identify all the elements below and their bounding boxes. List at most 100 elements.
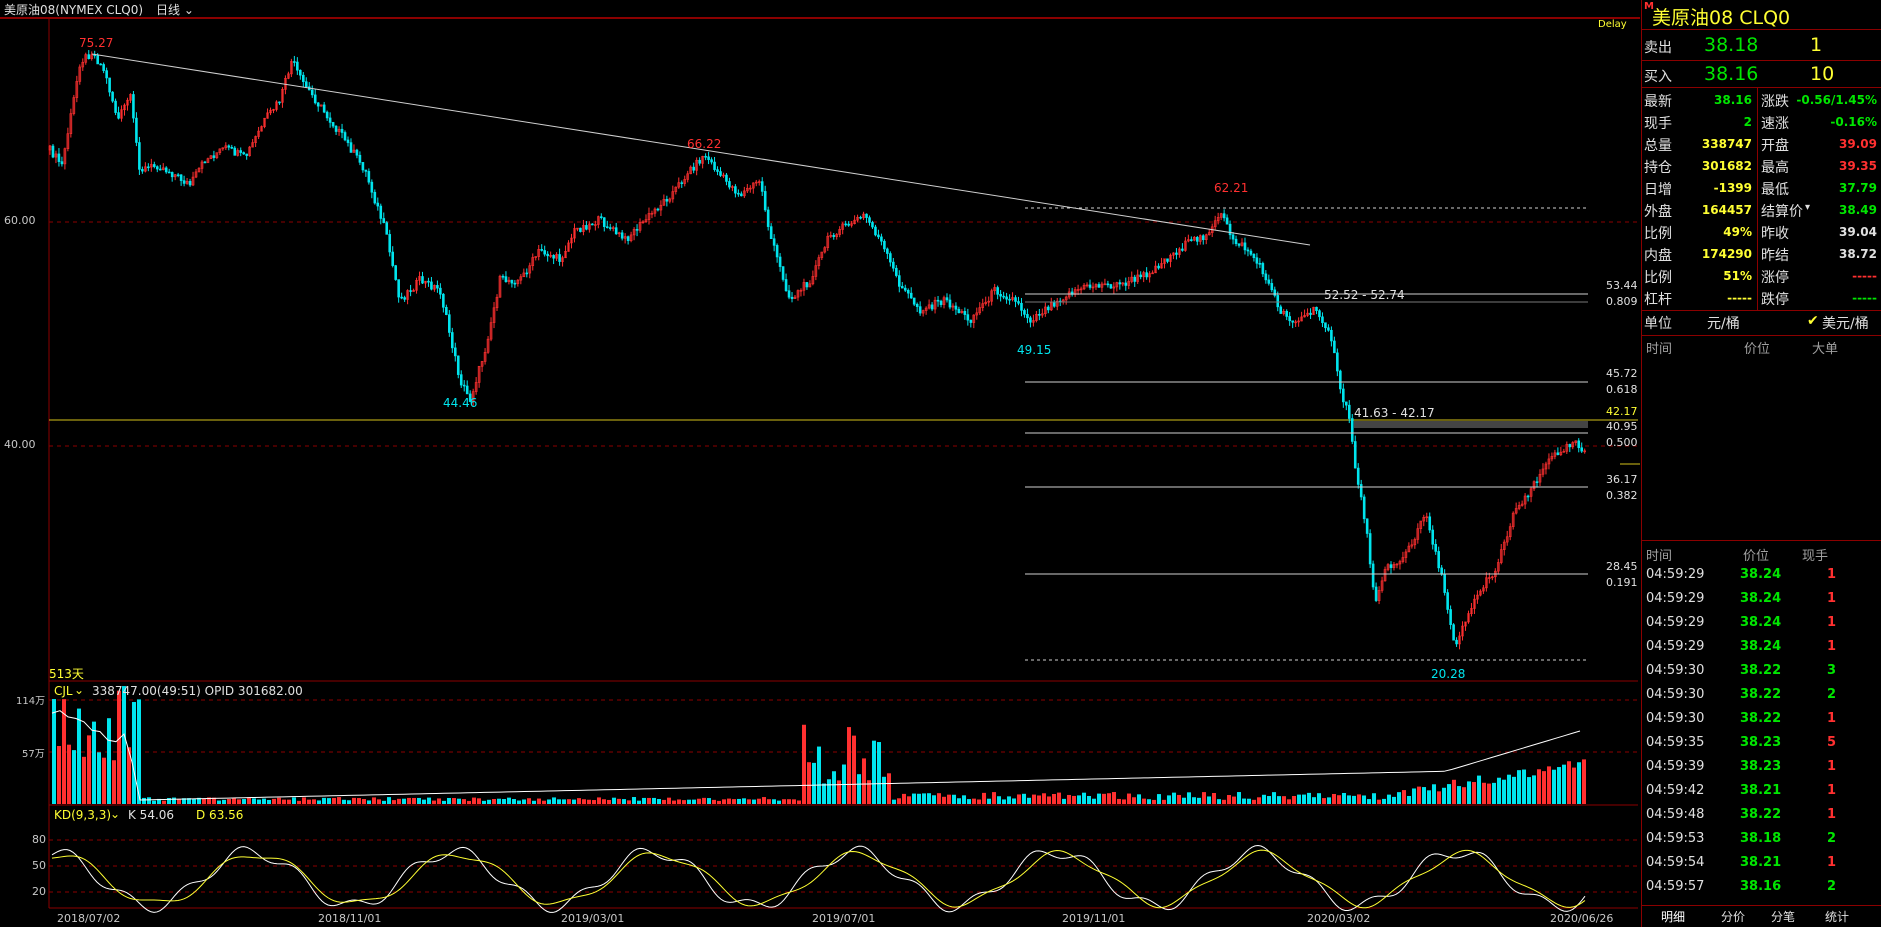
chart-area[interactable] bbox=[0, 18, 1640, 927]
table-row[interactable]: 04:59:30 38.22 2 bbox=[1642, 683, 1881, 707]
table-row[interactable]: 04:59:29 38.24 1 bbox=[1642, 587, 1881, 611]
tab-ticks[interactable]: 分笔 bbox=[1771, 908, 1795, 925]
volume-bar bbox=[342, 799, 346, 804]
big-order-header: 时间 价位 大单 bbox=[1642, 336, 1881, 358]
volume-bar bbox=[1482, 782, 1486, 804]
volume-bar bbox=[812, 762, 816, 804]
candle-body bbox=[138, 142, 141, 170]
table-row[interactable]: 04:59:42 38.21 1 bbox=[1642, 779, 1881, 803]
volume-bar bbox=[367, 800, 371, 804]
candle-body bbox=[334, 125, 338, 132]
volume-bar bbox=[242, 799, 246, 804]
table-row[interactable]: 04:59:30 38.22 1 bbox=[1642, 707, 1881, 731]
volume-bar bbox=[1252, 799, 1256, 804]
unit-option-cny[interactable]: 元/桶 bbox=[1707, 313, 1740, 333]
candle-body bbox=[299, 69, 302, 76]
volume-bar bbox=[942, 796, 946, 804]
candle-body bbox=[230, 146, 234, 149]
candle-body bbox=[1526, 495, 1530, 498]
chevron-down-icon[interactable]: ▾ bbox=[1805, 202, 1810, 213]
candle-body bbox=[558, 254, 561, 262]
tab-detail[interactable]: 明细 bbox=[1661, 908, 1685, 925]
volume-bar bbox=[762, 797, 766, 804]
volume-bar bbox=[887, 773, 891, 804]
volume-bar bbox=[1172, 792, 1176, 804]
table-row[interactable]: 04:59:39 38.23 1 bbox=[1642, 755, 1881, 779]
volume-bar bbox=[312, 799, 316, 804]
table-row[interactable]: 04:59:29 38.24 1 bbox=[1642, 563, 1881, 587]
volume-bar bbox=[912, 793, 916, 804]
volume-bar bbox=[347, 800, 351, 804]
candle-body bbox=[1568, 444, 1572, 448]
symbol-label[interactable]: 美原油08(NYMEX CLQ0) bbox=[4, 1, 143, 18]
stat-value: 338747 bbox=[1701, 137, 1752, 151]
candle-body bbox=[296, 61, 299, 71]
unit-option-usd[interactable]: 美元/桶 bbox=[1822, 313, 1869, 333]
candle-body bbox=[1446, 592, 1449, 610]
volume-bar bbox=[1317, 793, 1321, 804]
stat-row-right[interactable]: 结算价 ▾ 38.49 bbox=[1759, 199, 1881, 221]
candle-body bbox=[1252, 254, 1256, 259]
volume-bar bbox=[57, 746, 61, 804]
candle-body bbox=[301, 74, 305, 82]
range-band bbox=[1354, 421, 1588, 428]
candle-body bbox=[370, 181, 374, 193]
candle-body bbox=[790, 296, 794, 299]
table-row[interactable]: 04:59:53 38.18 2 bbox=[1642, 827, 1881, 851]
candle-body bbox=[403, 297, 406, 300]
volume-bar bbox=[1267, 796, 1271, 804]
volume-bar bbox=[507, 797, 511, 804]
volume-bar bbox=[1427, 790, 1431, 804]
volume-bar bbox=[177, 799, 181, 804]
tab-price-split[interactable]: 分价 bbox=[1721, 908, 1745, 925]
table-row[interactable]: 04:59:57 38.16 2 bbox=[1642, 875, 1881, 899]
volume-bar bbox=[722, 799, 726, 804]
period-selector[interactable]: 日线 ⌄ bbox=[156, 1, 194, 18]
volume-bar bbox=[387, 797, 391, 804]
volume-bar bbox=[302, 797, 306, 804]
volume-bar bbox=[517, 800, 521, 804]
candle-body bbox=[245, 153, 248, 156]
table-row[interactable]: 04:59:29 38.24 1 bbox=[1642, 611, 1881, 635]
volume-bar bbox=[332, 797, 336, 804]
candle-body bbox=[844, 223, 847, 226]
trade-time: 04:59:29 bbox=[1646, 591, 1705, 606]
candle-body bbox=[105, 70, 108, 79]
volume-bar bbox=[862, 758, 866, 804]
volume-bar bbox=[577, 798, 581, 804]
table-row[interactable]: 04:59:30 38.22 3 bbox=[1642, 659, 1881, 683]
stat-label: 总量 bbox=[1644, 138, 1672, 154]
table-row[interactable]: 04:59:35 38.23 5 bbox=[1642, 731, 1881, 755]
table-row[interactable]: 04:59:29 38.24 1 bbox=[1642, 635, 1881, 659]
volume-bar bbox=[277, 797, 281, 804]
volume-bar bbox=[1047, 796, 1051, 804]
volume-bar bbox=[1342, 792, 1346, 804]
stat-label: 最新 bbox=[1644, 94, 1672, 110]
volume-bar bbox=[1072, 795, 1076, 804]
table-row[interactable]: 04:59:54 38.21 1 bbox=[1642, 851, 1881, 875]
stat-row-left: 杠杆 ----- bbox=[1642, 287, 1756, 309]
candle-body bbox=[1264, 273, 1268, 281]
volume-bar bbox=[402, 798, 406, 804]
candle-body bbox=[1449, 609, 1452, 625]
volume-bar bbox=[1367, 799, 1371, 804]
volume-bar bbox=[1507, 774, 1511, 804]
tab-stats[interactable]: 统计 bbox=[1825, 908, 1849, 925]
stat-value: 2 bbox=[1743, 115, 1752, 129]
volume-bar bbox=[1437, 791, 1441, 804]
volume-bar bbox=[432, 800, 436, 804]
volume-bar bbox=[597, 797, 601, 804]
ask-row: 卖出 38.18 1 bbox=[1642, 33, 1881, 59]
candle-body bbox=[626, 236, 630, 241]
candle-body bbox=[313, 94, 317, 104]
trade-time: 04:59:39 bbox=[1646, 759, 1705, 774]
candle-body bbox=[620, 232, 624, 239]
candle-body bbox=[1124, 282, 1128, 286]
candle-body bbox=[1452, 624, 1455, 641]
volume-bar bbox=[317, 800, 321, 804]
candle-body bbox=[1321, 316, 1324, 324]
volume-bar bbox=[222, 799, 226, 804]
table-row[interactable]: 04:59:48 38.22 1 bbox=[1642, 803, 1881, 827]
volume-bar bbox=[1542, 771, 1546, 804]
candle-body bbox=[182, 180, 186, 184]
